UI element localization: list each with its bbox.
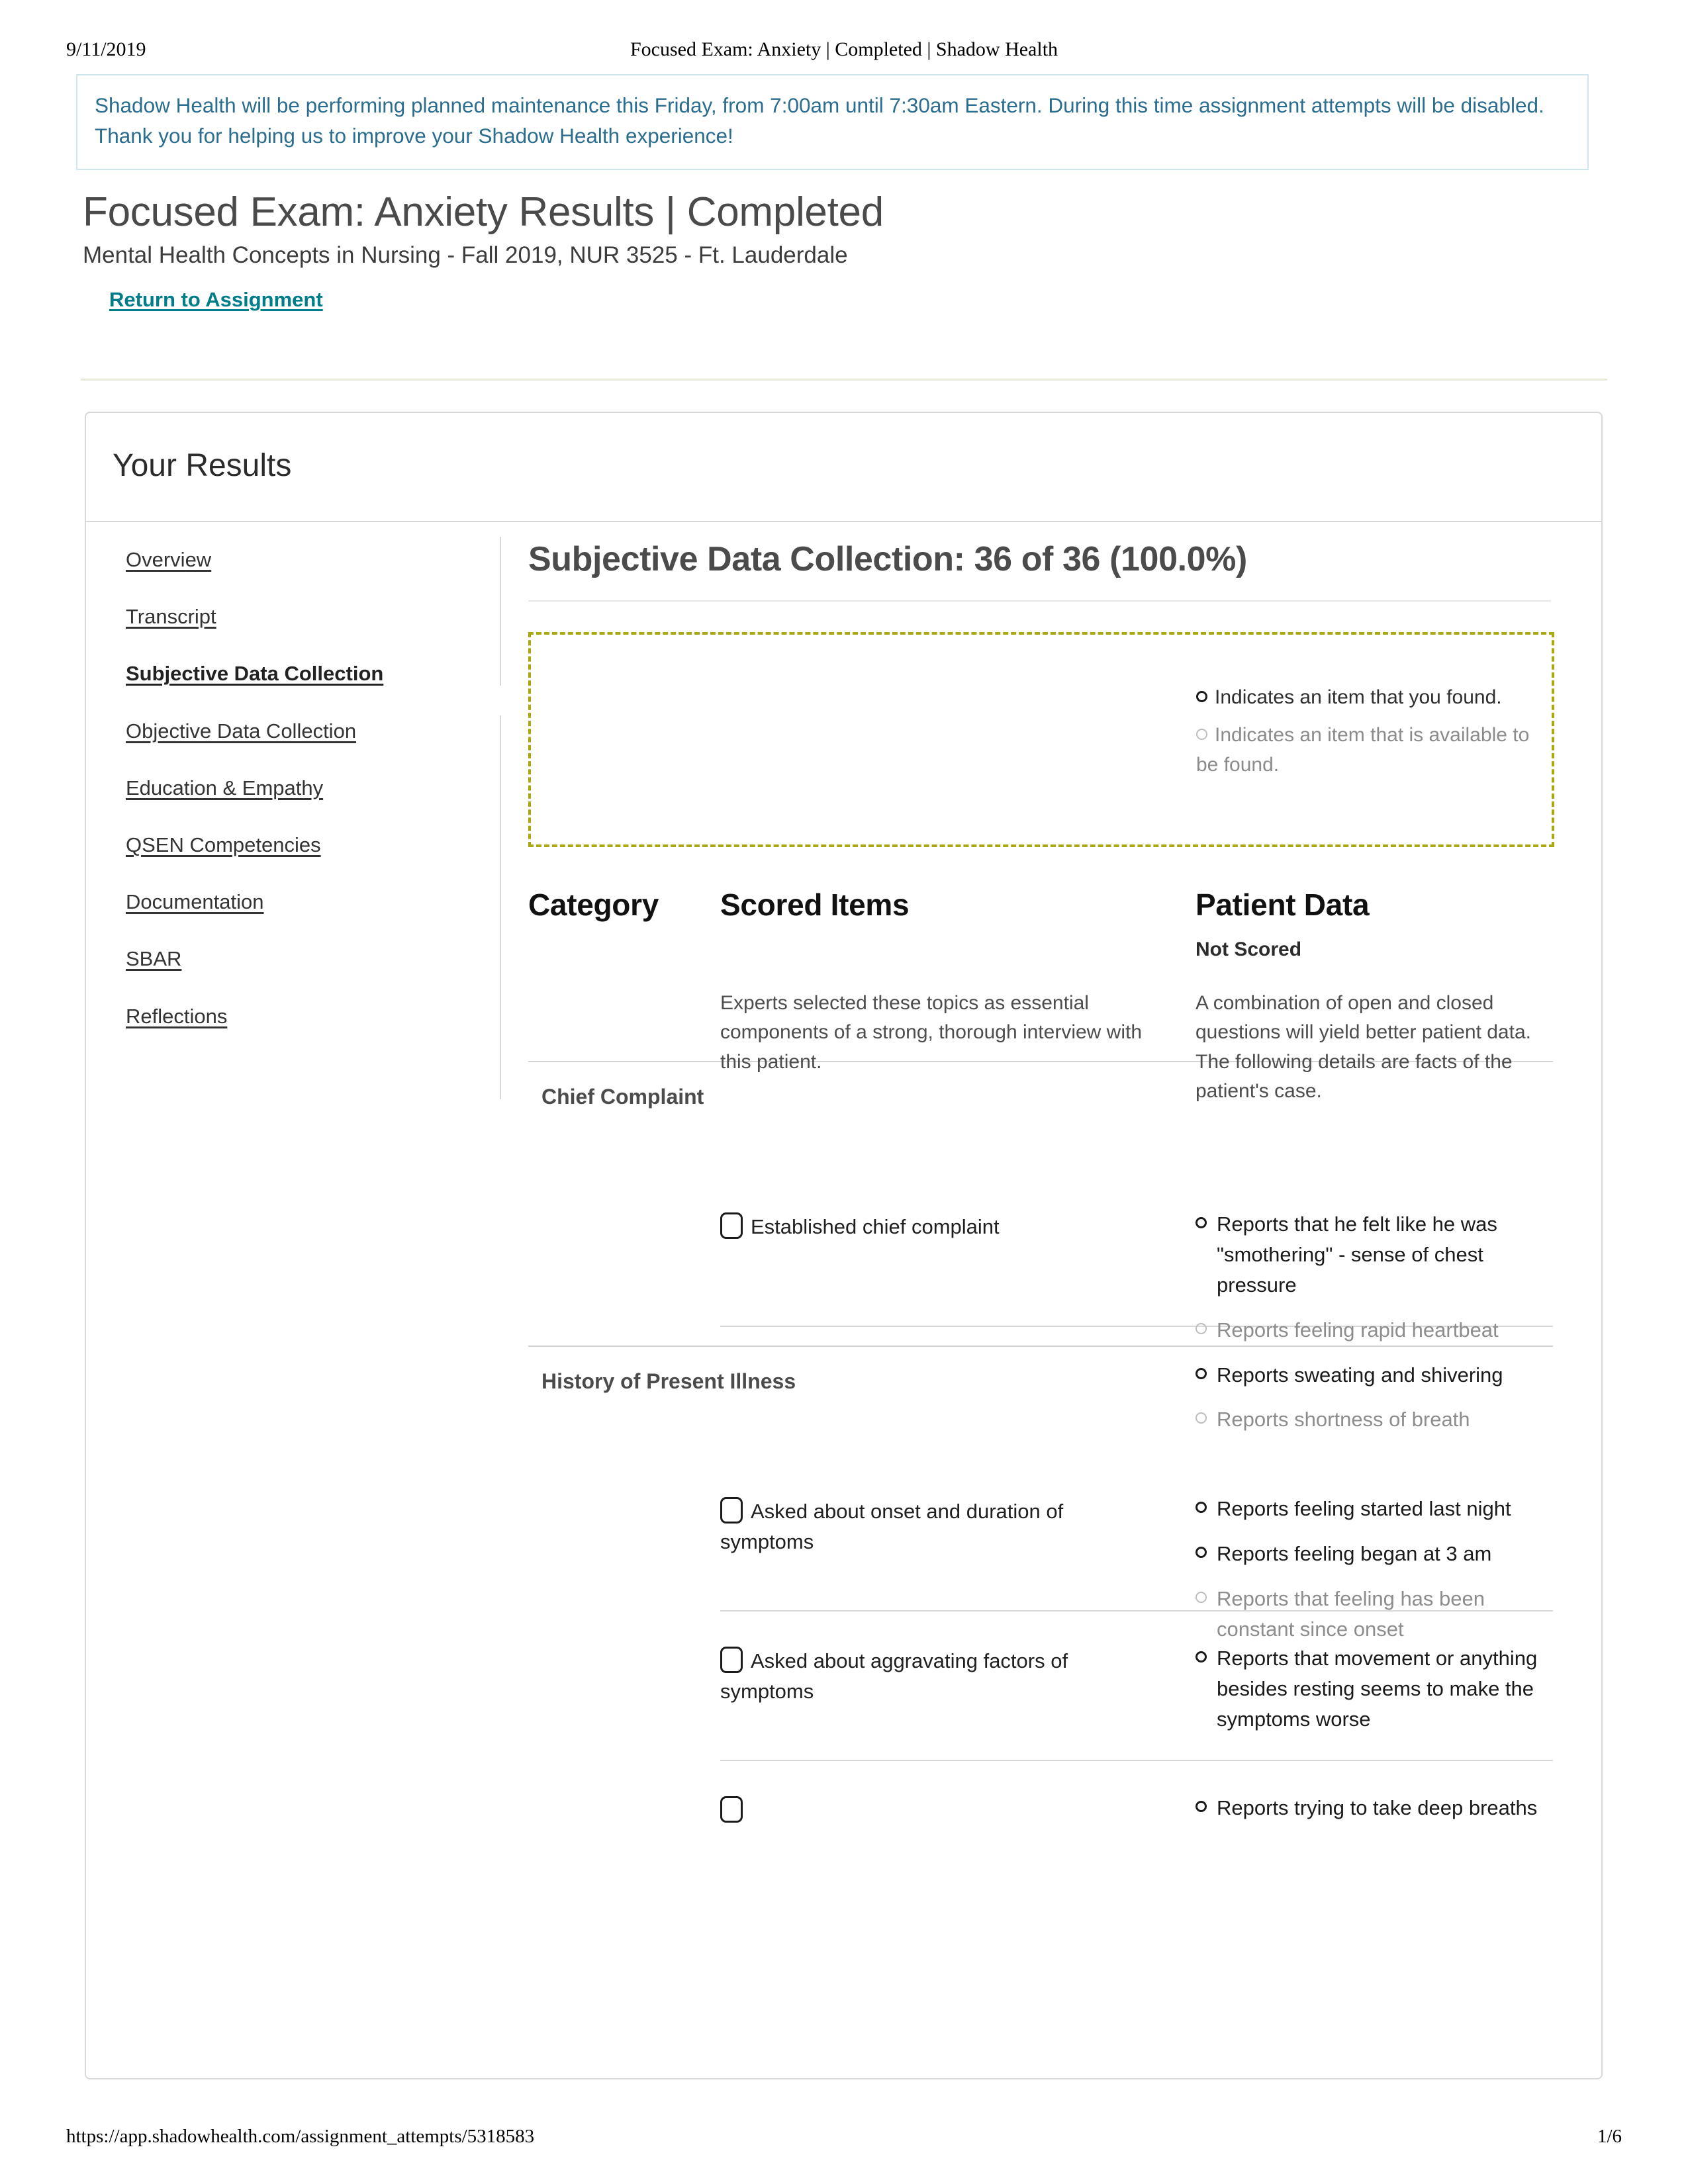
found-ring-icon	[1196, 1651, 1207, 1662]
page-subtitle: Mental Health Concepts in Nursing - Fall…	[83, 242, 848, 269]
sidebar-item-overview[interactable]: Overview	[126, 547, 417, 572]
not-scored-label: Not Scored	[1196, 938, 1302, 960]
results-card-header: Your Results	[86, 413, 1601, 522]
print-footer-page-number: 1/6	[1597, 2126, 1622, 2147]
table-row: Reports trying to take deep breaths	[528, 1761, 1554, 1909]
table-row: Established chief complaint Reports that…	[528, 1177, 1554, 1431]
scored-item-label: Asked about aggravating factors of sympt…	[720, 1649, 1068, 1703]
scored-item-cell: Asked about aggravating factors of sympt…	[720, 1646, 1144, 1707]
category-label: Chief Complaint	[541, 1085, 704, 1109]
legend-available-label: Indicates an item that is available to b…	[1196, 724, 1530, 776]
sidebar-item-qsen-competencies[interactable]: QSEN Competencies	[126, 833, 417, 857]
category-row-chief-complaint: Chief Complaint	[528, 1062, 1554, 1177]
available-ring-icon	[1196, 1591, 1207, 1603]
column-header-category: Category	[528, 887, 659, 922]
available-ring-icon	[1196, 729, 1207, 740]
column-header-scored-items: Scored Items	[720, 887, 910, 922]
scored-item-label: Asked about onset and duration of sympto…	[720, 1500, 1064, 1553]
print-footer-url: https://app.shadowhealth.com/assignment_…	[66, 2126, 535, 2147]
results-card: Your Results Overview Transcript Subject…	[85, 412, 1603, 2079]
sidebar-item-objective-data-collection[interactable]: Objective Data Collection	[126, 719, 417, 743]
legend-row-found: Indicates an item that you found.	[1196, 682, 1530, 712]
patient-data-text: Reports feeling rapid heartbeat	[1217, 1318, 1499, 1342]
table-header-row: Category Scored Items Patient Data	[528, 887, 1554, 927]
scored-item-checkbox[interactable]	[720, 1647, 743, 1673]
found-ring-icon	[1196, 691, 1207, 702]
print-footer: https://app.shadowhealth.com/assignment_…	[0, 2126, 1688, 2152]
patient-data-text: Reports feeling started last night	[1217, 1497, 1511, 1520]
scored-item-cell: Asked about onset and duration of sympto…	[720, 1496, 1144, 1557]
scored-item-checkbox[interactable]	[720, 1497, 743, 1524]
column-header-patient-data: Patient Data	[1196, 887, 1370, 922]
patient-data-item: Reports that he felt like he was "smothe…	[1196, 1209, 1566, 1300]
maintenance-banner: Shadow Health will be performing planned…	[76, 74, 1589, 170]
results-main-column: Subjective Data Collection: 36 of 36 (10…	[528, 522, 1561, 1909]
found-ring-icon	[1196, 1801, 1207, 1812]
sidebar-item-subjective-data-collection[interactable]: Subjective Data Collection	[126, 661, 417, 686]
table-row: Asked about aggravating factors of sympt…	[528, 1612, 1554, 1760]
print-page-title: Focused Exam: Anxiety | Completed | Shad…	[630, 38, 1058, 60]
patient-data-text: Reports that he felt like he was "smothe…	[1217, 1212, 1497, 1297]
return-to-assignment-link[interactable]: Return to Assignment	[109, 288, 323, 312]
patient-data-text: Reports that movement or anything beside…	[1217, 1647, 1538, 1731]
patient-data-item: Reports feeling began at 3 am	[1196, 1539, 1566, 1569]
legend-found-label: Indicates an item that you found.	[1215, 686, 1502, 708]
patient-data-text: Reports feeling began at 3 am	[1217, 1541, 1492, 1565]
patient-data-item: Reports feeling rapid heartbeat	[1196, 1315, 1566, 1345]
sidebar-divider-upper	[500, 537, 501, 686]
patient-data-cell: Reports trying to take deep breaths	[1196, 1793, 1566, 1838]
patient-data-cell: Reports that movement or anything beside…	[1196, 1643, 1566, 1749]
legend-row-available: Indicates an item that is available to b…	[1196, 720, 1530, 780]
scored-item-cell: Established chief complaint	[720, 1212, 1144, 1242]
found-ring-icon	[1196, 1217, 1207, 1228]
sidebar-item-education-empathy[interactable]: Education & Empathy	[126, 776, 417, 800]
found-ring-icon	[1196, 1546, 1207, 1558]
section-heading: Subjective Data Collection: 36 of 36 (10…	[528, 540, 1247, 578]
print-header: 9/11/2019 Focused Exam: Anxiety | Comple…	[0, 38, 1688, 65]
results-card-title: Your Results	[113, 448, 292, 483]
scored-item-cell	[720, 1796, 1144, 1826]
scored-item-label: Established chief complaint	[751, 1215, 1000, 1238]
available-ring-icon	[1196, 1322, 1207, 1334]
table-intro-row: Not Scored Experts selected these topics…	[528, 938, 1554, 1102]
patient-data-item: Reports that movement or anything beside…	[1196, 1643, 1566, 1735]
page-title: Focused Exam: Anxiety Results | Complete…	[83, 189, 884, 235]
category-row-history-of-present-illness: History of Present Illness	[528, 1347, 1554, 1462]
scored-item-checkbox[interactable]	[720, 1212, 743, 1239]
maintenance-banner-text: Shadow Health will be performing planned…	[95, 93, 1544, 148]
sidebar-item-documentation[interactable]: Documentation	[126, 889, 417, 914]
patient-data-text: Reports trying to take deep breaths	[1217, 1796, 1538, 1819]
table-row: Asked about onset and duration of sympto…	[528, 1462, 1554, 1641]
results-sidebar-nav: Overview Transcript Subjective Data Coll…	[126, 547, 417, 1061]
category-label: History of Present Illness	[541, 1369, 796, 1393]
patient-data-item: Reports feeling started last night	[1196, 1494, 1566, 1524]
sidebar-divider-lower	[500, 715, 501, 1099]
sidebar-item-reflections[interactable]: Reflections	[126, 1004, 417, 1028]
legend-items: Indicates an item that you found. Indica…	[1196, 682, 1530, 788]
sidebar-item-transcript[interactable]: Transcript	[126, 604, 417, 629]
header-divider	[81, 379, 1607, 381]
page-header: Focused Exam: Anxiety Results | Complete…	[83, 189, 1605, 312]
scored-item-checkbox[interactable]	[720, 1796, 743, 1823]
scored-items-table: Category Scored Items Patient Data Not S…	[528, 887, 1554, 1909]
found-ring-icon	[1196, 1502, 1207, 1513]
patient-data-item: Reports trying to take deep breaths	[1196, 1793, 1566, 1823]
section-heading-divider	[528, 600, 1551, 602]
legend-box: Indicates an item that you found. Indica…	[528, 632, 1554, 847]
sidebar-item-sbar[interactable]: SBAR	[126, 946, 417, 971]
